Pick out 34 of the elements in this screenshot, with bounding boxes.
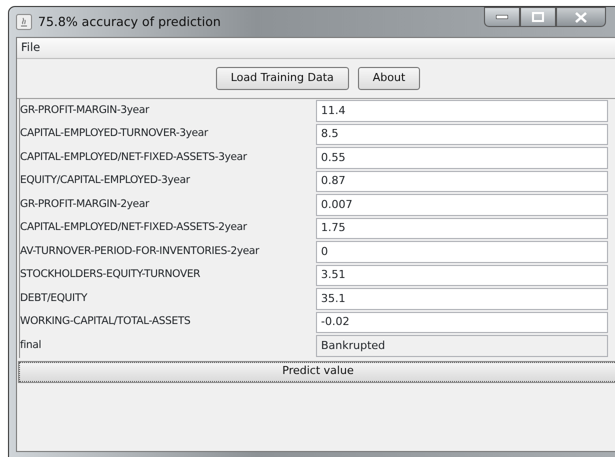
field-label: DEBT/EQUITY [20, 290, 88, 306]
maximize-icon [532, 12, 544, 22]
input-field[interactable]: 8.5 [316, 124, 608, 145]
input-field[interactable]: 1.75 [316, 218, 608, 239]
field-label: WORKING-CAPITAL/TOTAL-ASSETS [20, 314, 192, 330]
field-label: AV-TURNOVER-PERIOD-FOR-INVENTORIES-2year [20, 244, 260, 259]
input-field[interactable]: 0.87 [316, 170, 608, 192]
close-button[interactable] [556, 7, 606, 27]
field-label: final [20, 338, 42, 353]
field-label: EQUITY/CAPITAL-EMPLOYED-3year [20, 173, 191, 188]
input-field[interactable]: 0.55 [316, 147, 608, 168]
field-label: GR-PROFIT-MARGIN-3year [20, 102, 150, 118]
input-field[interactable]: 11.4 [316, 100, 608, 122]
input-field[interactable]: 35.1 [316, 288, 608, 310]
close-icon [575, 12, 587, 22]
minimize-icon [496, 15, 508, 19]
minimize-button[interactable] [484, 7, 520, 27]
field-label: CAPITAL-EMPLOYED-TURNOVER-3year [20, 126, 210, 142]
toolbar-button[interactable]: About [358, 67, 420, 90]
input-field[interactable]: -0.02 [316, 312, 608, 333]
field-label: CAPITAL-EMPLOYED/NET-FIXED-ASSETS-3year [20, 150, 248, 165]
window-title: 75.8% accuracy of prediction [38, 12, 221, 31]
input-field[interactable]: 0.007 [316, 194, 608, 216]
result-field: Bankrupted [316, 335, 608, 356]
maximize-button[interactable] [520, 7, 556, 27]
app-icon [16, 14, 32, 30]
field-label: STOCKHOLDERS-EQUITY-TURNOVER [20, 267, 202, 282]
field-label: CAPITAL-EMPLOYED/NET-FIXED-ASSETS-2year [20, 220, 248, 236]
input-field[interactable]: 3.51 [316, 264, 608, 286]
menu-item[interactable]: File [21, 39, 40, 57]
predict-button[interactable]: Predict value [19, 362, 615, 382]
input-field[interactable]: 0 [316, 241, 608, 262]
field-label: GR-PROFIT-MARGIN-2year [20, 196, 150, 212]
toolbar-button[interactable]: Load Training Data [216, 67, 349, 90]
